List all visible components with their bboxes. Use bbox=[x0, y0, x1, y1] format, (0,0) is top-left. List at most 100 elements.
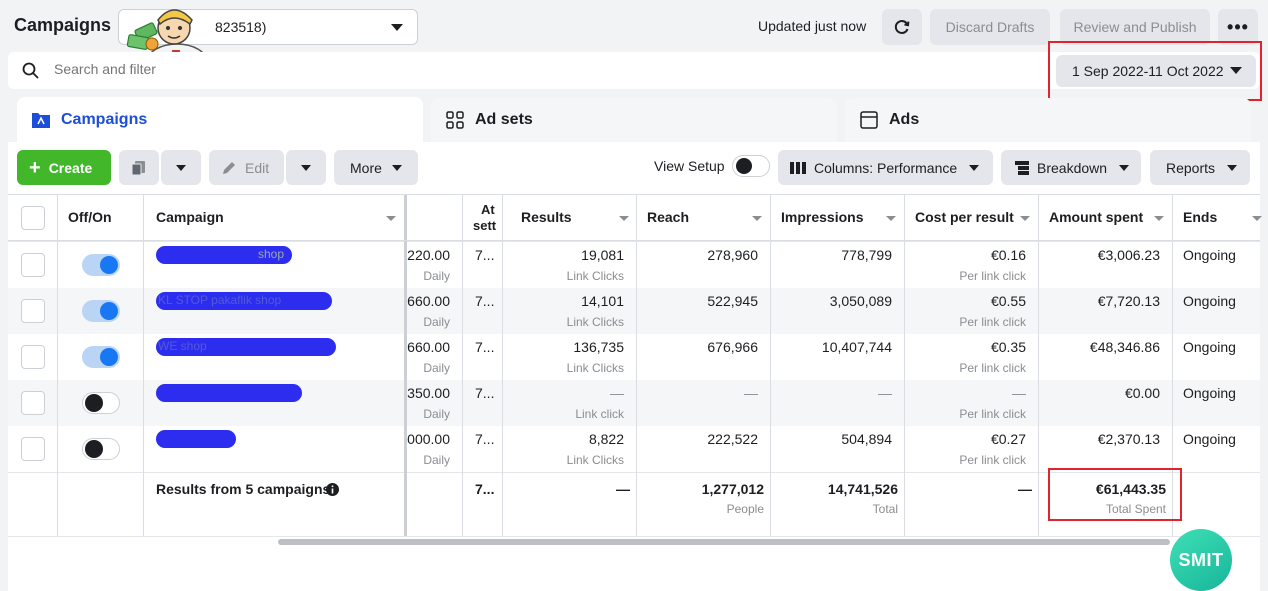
search-icon bbox=[22, 62, 39, 79]
toggle-knob bbox=[85, 394, 103, 412]
edit-button[interactable]: Edit bbox=[209, 150, 284, 185]
columns-button[interactable]: Columns: Performance bbox=[778, 150, 993, 185]
sort-caret-icon[interactable] bbox=[386, 216, 396, 221]
info-icon[interactable] bbox=[326, 483, 339, 496]
column-divider bbox=[502, 194, 503, 536]
summary-label: Results from 5 campaigns bbox=[156, 481, 331, 497]
sort-caret-icon[interactable] bbox=[619, 216, 629, 221]
search-input[interactable] bbox=[54, 61, 254, 77]
header-campaign[interactable]: Campaign bbox=[156, 209, 224, 225]
create-label: Create bbox=[48, 159, 93, 176]
header-results[interactable]: Results bbox=[521, 209, 572, 225]
reports-button[interactable]: Reports bbox=[1150, 150, 1250, 185]
cost-per-result: €0.27 bbox=[990, 431, 1026, 447]
refresh-button[interactable] bbox=[882, 9, 922, 45]
cost-per-result: — bbox=[1012, 385, 1026, 401]
impressions: — bbox=[878, 385, 892, 401]
campaign-toggle[interactable] bbox=[82, 300, 120, 322]
campaign-name: WE shop bbox=[158, 339, 207, 353]
ends: Ongoing bbox=[1183, 293, 1236, 309]
campaign-toggle[interactable] bbox=[82, 438, 120, 460]
cost-per-result: €0.16 bbox=[990, 247, 1026, 263]
budget: 350.00 bbox=[407, 385, 450, 401]
reach: 222,522 bbox=[707, 431, 758, 447]
column-divider bbox=[1038, 194, 1039, 536]
tab-label: Campaigns bbox=[61, 111, 148, 128]
tab-label: Ads bbox=[889, 111, 920, 128]
redacted-campaign-name[interactable] bbox=[156, 384, 302, 402]
attribution: 7... bbox=[475, 247, 495, 263]
header-cost-per-result[interactable]: Cost per result bbox=[915, 209, 1014, 225]
summary-cost-per-result: — bbox=[1018, 481, 1032, 497]
breakdown-label: Breakdown bbox=[1037, 159, 1108, 176]
budget-type: Daily bbox=[423, 269, 450, 283]
discard-drafts-button[interactable]: Discard Drafts bbox=[930, 9, 1050, 45]
more-button[interactable]: More bbox=[334, 150, 418, 185]
amount-spent: €0.00 bbox=[1124, 385, 1160, 401]
row-checkbox[interactable] bbox=[21, 299, 45, 323]
reach: — bbox=[744, 385, 758, 401]
duplicate-button[interactable] bbox=[119, 150, 159, 185]
campaign-toggle[interactable] bbox=[82, 392, 120, 414]
breakdown-button[interactable]: Breakdown bbox=[1001, 150, 1141, 185]
header-ends[interactable]: Ends bbox=[1183, 209, 1217, 225]
attribution: 7... bbox=[475, 385, 495, 401]
row-checkbox[interactable] bbox=[21, 437, 45, 461]
cost-per-result-type: Per link click bbox=[959, 361, 1026, 375]
budget: 000.00 bbox=[407, 431, 450, 447]
attribution: 7... bbox=[475, 339, 495, 355]
date-range-picker[interactable]: 1 Sep 2022-11 Oct 2022 bbox=[1056, 55, 1256, 87]
impressions: 504,894 bbox=[841, 431, 892, 447]
results: 19,081 bbox=[581, 247, 624, 263]
create-button[interactable]: + Create bbox=[17, 150, 111, 185]
pencil-icon bbox=[223, 161, 235, 174]
results-type: Link Clicks bbox=[566, 269, 624, 283]
header-attribution[interactable]: At bbox=[481, 202, 495, 217]
tab-ads[interactable]: Ads bbox=[845, 98, 1251, 142]
chevron-down-icon bbox=[1230, 67, 1242, 74]
campaign-toggle[interactable] bbox=[82, 254, 120, 276]
header-impressions[interactable]: Impressions bbox=[781, 209, 863, 225]
divider bbox=[8, 241, 1260, 242]
grid-icon bbox=[445, 110, 465, 130]
review-and-publish-button[interactable]: Review and Publish bbox=[1060, 9, 1210, 45]
tab-ad-sets[interactable]: Ad sets bbox=[431, 98, 837, 142]
campaigns-table: Off/On Campaign At sett Results Reach Im… bbox=[8, 194, 1262, 537]
sort-caret-icon[interactable] bbox=[1252, 216, 1262, 221]
chevron-down-icon bbox=[391, 164, 402, 171]
redacted-campaign-name[interactable] bbox=[156, 430, 236, 448]
horizontal-scrollbar[interactable] bbox=[278, 539, 1170, 545]
results-type: Link Clicks bbox=[566, 315, 624, 329]
sort-caret-icon[interactable] bbox=[1154, 216, 1164, 221]
campaign-toggle[interactable] bbox=[82, 346, 120, 368]
header-off-on[interactable]: Off/On bbox=[68, 209, 112, 225]
sort-caret-icon[interactable] bbox=[1020, 216, 1030, 221]
more-label: More bbox=[350, 159, 382, 176]
sort-caret-icon[interactable] bbox=[886, 216, 896, 221]
amount-spent: €48,346.86 bbox=[1089, 339, 1160, 355]
row-checkbox[interactable] bbox=[21, 391, 45, 415]
top-bar: Campaigns 823518) Updated just now Disca… bbox=[0, 0, 1268, 78]
column-divider bbox=[57, 194, 58, 536]
view-setup-toggle[interactable] bbox=[732, 155, 770, 177]
results-type: Link Clicks bbox=[566, 453, 624, 467]
sort-caret-icon[interactable] bbox=[752, 216, 762, 221]
results: 14,101 bbox=[581, 293, 624, 309]
tab-campaigns[interactable]: Campaigns bbox=[17, 97, 423, 143]
row-checkbox[interactable] bbox=[21, 253, 45, 277]
attribution: 7... bbox=[475, 431, 495, 447]
columns-icon bbox=[790, 161, 806, 174]
ad-account-value: 823518) bbox=[215, 19, 267, 35]
cost-per-result-type: Per link click bbox=[959, 407, 1026, 421]
row-checkbox[interactable] bbox=[21, 345, 45, 369]
header-reach[interactable]: Reach bbox=[647, 209, 689, 225]
header-amount-spent[interactable]: Amount spent bbox=[1049, 209, 1143, 225]
select-all-checkbox[interactable] bbox=[21, 206, 45, 230]
more-options-button[interactable]: ••• bbox=[1218, 9, 1258, 45]
breakdown-icon bbox=[1015, 160, 1029, 175]
duplicate-dropdown[interactable] bbox=[161, 150, 201, 185]
attribution: 7... bbox=[475, 293, 495, 309]
column-divider bbox=[1172, 194, 1173, 536]
amount-spent: €3,006.23 bbox=[1097, 247, 1160, 263]
edit-dropdown[interactable] bbox=[286, 150, 326, 185]
